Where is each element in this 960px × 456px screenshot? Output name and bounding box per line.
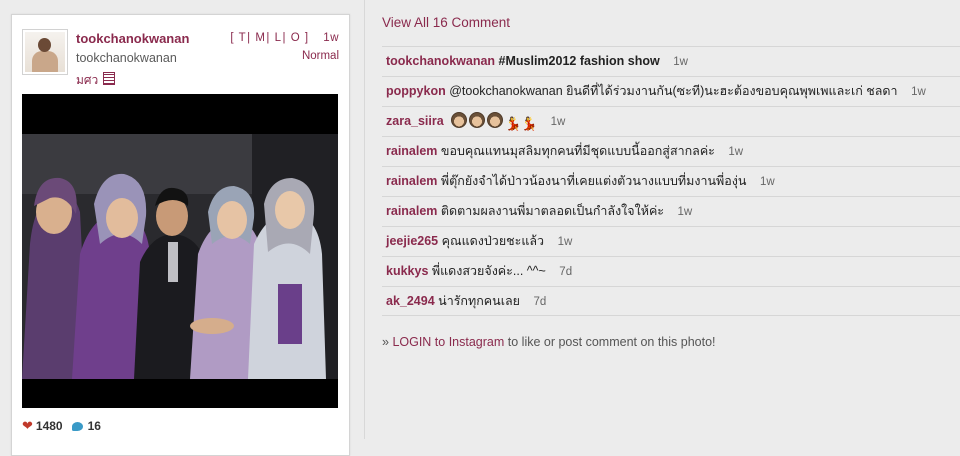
comment-item: rainalem ขอบคุณแทนมุสลิมทุกคนที่มีชุดแบบ… (382, 136, 960, 166)
photo-card: tookchanokwanan tookchanokwanan มศว [ T|… (11, 14, 350, 456)
comment-item: kukkys พี่แดงสวยจังค่ะ... ^^~ 7d (382, 256, 960, 286)
comment-text: น่ารักทุกคนเลย (438, 294, 520, 308)
location-label: มศว (76, 73, 99, 87)
comment-text: คุณแดงป่วยชะแล้ว (441, 234, 545, 248)
hijab-face-icon (469, 112, 486, 128)
comment-time: 1w (911, 86, 926, 98)
comment-item: jeejie265 คุณแดงป่วยชะแล้ว 1w (382, 226, 960, 256)
post-fullname: tookchanokwanan (76, 51, 177, 65)
comment-username[interactable]: jeejie265 (386, 234, 438, 248)
login-prompt: » LOGIN to Instagram to like or post com… (382, 335, 716, 349)
size-link-t[interactable]: T (239, 32, 247, 44)
location-pin-icon (103, 72, 116, 85)
comment-username[interactable]: rainalem (386, 204, 437, 218)
login-prefix: » (382, 335, 393, 349)
comment-username[interactable]: kukkys (386, 264, 428, 278)
post-stats: ❤ 1480 16 (22, 418, 101, 434)
avatar[interactable] (22, 29, 68, 75)
comment-time: 1w (673, 56, 688, 68)
comment-item: poppykon @tookchanokwanan ยินดีที่ได้ร่ว… (382, 76, 960, 106)
comment-bubble-icon[interactable] (71, 422, 83, 431)
column-divider (364, 0, 365, 439)
dancer-icon: 💃 (505, 116, 522, 131)
comment-item: rainalem ติดตามผลงานพี่มาตลอดเป็นกำลังใจ… (382, 196, 960, 226)
hijab-face-icon (451, 112, 468, 128)
comment-item: rainalem พี่ตุ๊กยังจำได้ป่าวน้องนาที่เคย… (382, 166, 960, 196)
comment-time: 7d (559, 266, 573, 278)
comment-time: 7d (533, 296, 547, 308)
heart-icon[interactable]: ❤ (22, 418, 33, 433)
size-link-m[interactable]: M (255, 32, 265, 44)
comment-text: @tookchanokwanan ยินดีที่ได้ร่วมงานกัน(ซ… (449, 84, 898, 98)
comment-text: พี่ตุ๊กยังจำได้ป่าวน้องนาที่เคยแต่งตัวนา… (440, 174, 747, 188)
comment-text: #Muslim2012 fashion show (498, 54, 660, 68)
comment-time: 1w (759, 176, 775, 188)
comment-username[interactable]: ak_2494 (386, 294, 435, 308)
size-links: [ T| M| L| O ] 1w (230, 32, 339, 44)
dancer-icon: 💃 (521, 116, 538, 131)
login-link[interactable]: LOGIN to Instagram (392, 335, 504, 349)
comment-list: tookchanokwanan #Muslim2012 fashion show… (382, 46, 960, 316)
comment-item: ak_2494 น่ารักทุกคนเลย 7d (382, 286, 960, 316)
comment-username[interactable]: zara_siira (386, 114, 444, 128)
size-link-l[interactable]: L (275, 32, 282, 44)
photo-image (22, 94, 338, 408)
avatar-image (25, 32, 65, 72)
comment-time: 1w (557, 236, 573, 248)
comment-item: zara_siira 💃💃 1w (382, 106, 960, 136)
comment-time: 1w (677, 206, 693, 218)
comment-username[interactable]: poppykon (386, 84, 446, 98)
login-suffix: to like or post comment on this photo! (504, 335, 716, 349)
hijab-face-icon (487, 112, 504, 128)
comment-username[interactable]: rainalem (386, 174, 437, 188)
size-link-o[interactable]: O (291, 32, 300, 44)
comment-text: ติดตามผลงานพี่มาตลอดเป็นกำลังใจให้ค่ะ (440, 204, 665, 218)
post-location[interactable]: มศว (76, 71, 116, 90)
comment-count: 16 (87, 419, 101, 433)
comment-username[interactable]: rainalem (386, 144, 437, 158)
comment-item: tookchanokwanan #Muslim2012 fashion show… (382, 46, 960, 76)
comment-username[interactable]: tookchanokwanan (386, 54, 495, 68)
post-time: 1w (323, 32, 339, 44)
comment-time: 1w (728, 146, 744, 158)
filter-name: Normal (301, 50, 339, 62)
comment-text: พี่แดงสวยจังค่ะ... ^^~ (431, 264, 546, 278)
view-all-comments-link[interactable]: View All 16 Comment (382, 15, 510, 30)
like-count: 1480 (35, 419, 63, 433)
comment-emojis: 💃💃 (451, 112, 540, 131)
comment-time: 1w (550, 116, 566, 128)
comment-text: ขอบคุณแทนมุสลิมทุกคนที่มีชุดแบบนี้ออกสู่… (440, 144, 715, 158)
post-photo[interactable] (22, 94, 338, 408)
post-username[interactable]: tookchanokwanan (76, 31, 189, 46)
